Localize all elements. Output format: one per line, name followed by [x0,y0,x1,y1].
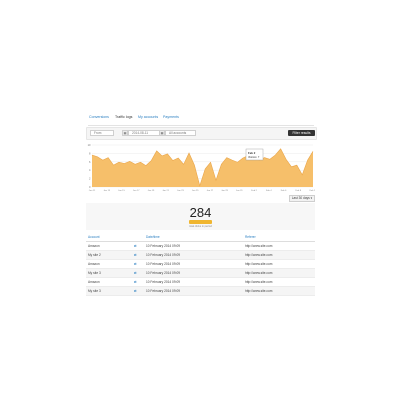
cell-datetime: 10 February 2014 09:09 [144,268,243,278]
y-tick-label: 4 [89,168,91,172]
cell-account: My site 2 [86,250,132,260]
cell-datetime: 10 February 2014 09:09 [144,259,243,269]
transfer-icon: ⇄ [132,259,144,269]
calendar-icon[interactable]: ▦ [122,130,128,136]
tab-conversions[interactable]: Conversions [89,115,109,119]
cell-account: My site 3 [86,286,132,296]
cell-account: Amazon [86,241,132,251]
x-tick-label: Jan 13 [103,190,110,192]
header-account[interactable]: Account [86,233,132,242]
cell-referer[interactable]: http://www.site.com [243,286,315,296]
header-referer[interactable]: Referer [243,233,315,242]
cell-datetime: 10 February 2014 09:09 [144,286,243,296]
table-row: My site 3 ⇄ 10 February 2014 09:09 http:… [86,286,315,296]
x-tick-label: Feb 2 [251,190,257,192]
y-tick-label: 8 [89,151,91,155]
filter-bar: From ▦ 2014-08-11 ▦ All accounts Filter … [86,127,317,140]
total-badge [189,220,212,224]
header-datetime[interactable]: Date/time [144,233,243,242]
cell-referer[interactable]: http://www.site.com [243,277,315,287]
x-tick-label: Jan 11 [89,190,96,192]
accounts-select-value: All accounts [169,131,187,135]
tab-traffic-logs[interactable]: Traffic logs [115,115,132,119]
x-tick-label: Feb 6 [281,190,287,192]
transfer-icon: ⇄ [132,277,144,287]
header-type [132,233,144,242]
cell-referer[interactable]: http://www.site.com [243,250,315,260]
x-tick-label: Feb 4 [266,190,272,192]
x-tick-label: Jan 27 [207,190,214,192]
x-tick-label: Jan 15 [118,190,125,192]
date-input-value: 2014-08-11 [132,131,149,135]
x-tick-label: Jan 29 [221,190,228,192]
date-range-select[interactable]: Last 30 days ▾ [289,195,315,202]
tab-payments[interactable]: Payments [163,115,179,119]
cell-referer[interactable]: http://www.site.com [243,259,315,269]
cell-datetime: 10 February 2014 09:09 [144,241,243,251]
tab-bar: Conversions Traffic logs My accounts Pay… [88,113,314,126]
table-row: Amazon ⇄ 10 February 2014 09:09 http://w… [86,277,315,287]
x-tick-label: Feb 10 [310,190,315,192]
y-tick-label: 2 [89,177,91,181]
x-tick-label: Jan 25 [192,190,199,192]
transfer-icon: ⇄ [132,268,144,278]
x-tick-label: Feb 8 [295,190,301,192]
cell-account: My site 3 [86,268,132,278]
y-tick-label: 6 [89,160,91,164]
summary-caption: total clicks in period [189,225,212,228]
traffic-chart: 10 8 6 4 2 0 Jan 11 Jan 13 Jan 15 Jan 17 Jan 19 Ja… [88,143,315,192]
chart-tooltip: Feb 2 Visitors: 7 [245,148,264,161]
transfer-icon: ⇄ [132,286,144,296]
x-tick-label: Jan 23 [177,190,184,192]
x-tick-label: Jan 21 [162,190,169,192]
cell-datetime: 10 February 2014 09:09 [144,250,243,260]
table-row: Amazon ⇄ 10 February 2014 09:09 http://w… [86,241,315,251]
cell-datetime: 10 February 2014 09:09 [144,277,243,287]
transfer-icon: ⇄ [132,250,144,260]
transfer-icon: ⇄ [132,241,144,251]
tooltip-value: Visitors: 7 [248,155,260,159]
x-tick-label: Jan 17 [133,190,140,192]
table-row: Amazon ⇄ 10 February 2014 09:09 http://w… [86,259,315,269]
chevron-down-icon: ▾ [310,196,313,200]
summary-panel: 284 total clicks in period [86,203,315,230]
calendar-icon[interactable]: ▦ [159,130,165,136]
cell-account: Amazon [86,259,132,269]
tooltip-date: Feb 2 [248,151,256,155]
total-count: 284 [189,205,212,220]
traffic-table: Account Date/time Referer Amazon ⇄ 10 Fe… [86,233,315,296]
x-tick-label: Jan 31 [236,190,243,192]
table-row: My site 3 ⇄ 10 February 2014 09:09 http:… [86,268,315,278]
from-date-input[interactable]: From [90,130,114,136]
filter-results-button[interactable]: Filter results [288,130,315,136]
date-input[interactable]: ▦ 2014-08-11 [122,130,160,136]
tab-my-accounts[interactable]: My accounts [138,115,158,119]
x-tick-label: Jan 19 [148,190,155,192]
y-tick-label: 0 [89,185,91,189]
cell-account: Amazon [86,277,132,287]
cell-referer[interactable]: http://www.site.com [243,268,315,278]
table-header-row: Account Date/time Referer [86,233,315,242]
y-tick-label: 10 [88,143,91,147]
accounts-select[interactable]: ▦ All accounts [159,130,196,136]
traffic-area-series [92,148,313,187]
date-range-value: Last 30 days [291,196,310,200]
table-row: My site 2 ⇄ 10 February 2014 09:09 http:… [86,250,315,260]
cell-referer[interactable]: http://www.site.com [243,241,315,251]
